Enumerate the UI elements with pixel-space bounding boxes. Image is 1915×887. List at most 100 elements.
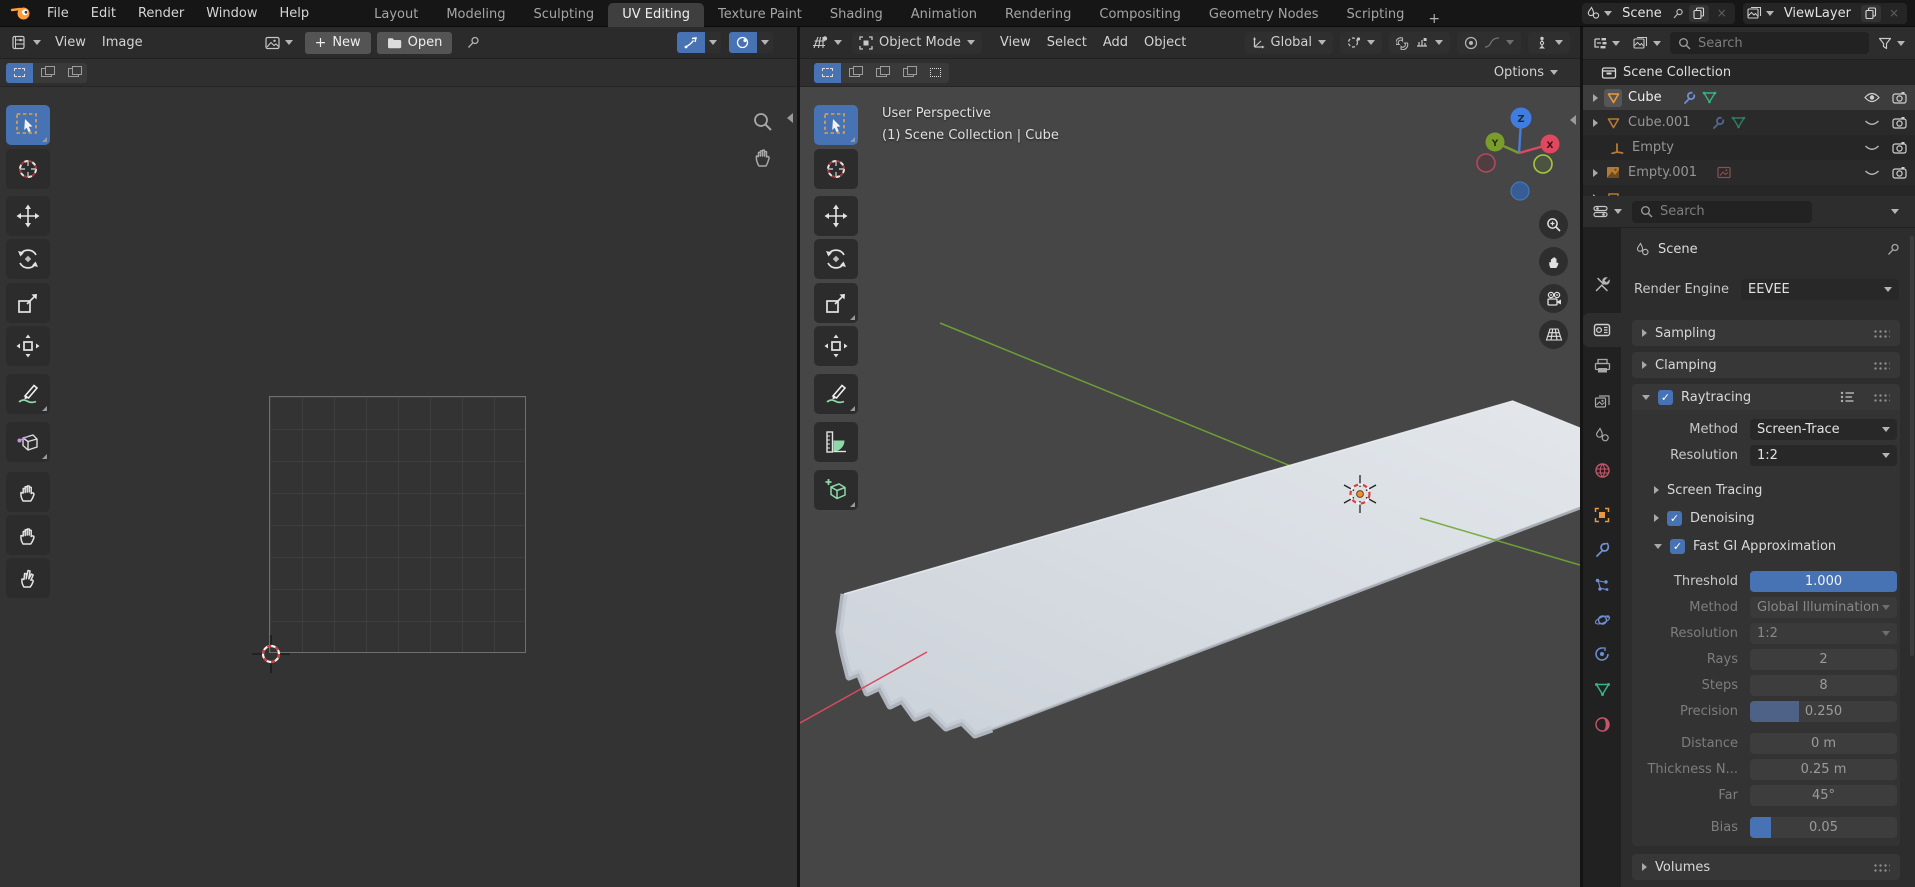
uv-tool-move[interactable] [6,196,50,236]
tab-output[interactable] [1583,349,1621,383]
vp-tool-cursor[interactable] [814,149,858,189]
vp-tool-rotate[interactable] [814,239,858,279]
tab-view-layer[interactable] [1583,384,1621,418]
outliner-filter-button[interactable] [1874,35,1909,52]
select-mode-subtract[interactable] [868,63,895,83]
new-view-layer-button[interactable] [1861,5,1881,22]
vp-tool-select-box[interactable] [814,105,858,145]
editor-divider-vertical[interactable] [797,27,800,887]
outliner-row-empty-001[interactable]: Empty.001 [1583,160,1915,185]
vp-tool-measure[interactable] [814,422,858,462]
vp-menu-object[interactable]: Object [1136,31,1194,54]
uv-tool-rotate[interactable] [6,239,50,279]
outliner-row-empty[interactable]: Empty [1583,135,1915,160]
distance-field[interactable]: 0 m [1750,733,1897,754]
uv-pan-icon[interactable] [752,147,774,169]
expand-icon[interactable] [1593,119,1598,127]
modifier-wrench-icon[interactable] [1682,91,1696,105]
fast-gi-checkbox[interactable]: ✓ [1670,539,1685,554]
tab-scene[interactable] [1583,418,1621,452]
outliner-row-cube-001[interactable]: Cube.001 [1583,110,1915,135]
uv-tool-pinch[interactable] [6,558,50,598]
hide-eye-closed-icon[interactable] [1864,142,1880,153]
uv-editor-type-button[interactable] [6,32,47,53]
vp-tool-annotate[interactable] [814,374,858,414]
new-scene-button[interactable] [1689,5,1709,22]
viewport-editor-type-button[interactable] [806,32,848,53]
menu-edit[interactable]: Edit [80,0,127,27]
menu-window[interactable]: Window [195,0,268,27]
properties-scrollbar[interactable] [1910,236,1914,656]
image-data-icon[interactable] [1717,166,1731,179]
uv-select-mode-edge[interactable] [33,63,60,83]
gizmo-minus-x[interactable] [1477,154,1495,172]
gizmo-minus-z[interactable] [1511,182,1529,200]
bias-slider[interactable]: 0.05 [1750,817,1897,838]
render-engine-dropdown[interactable]: EEVEE [1741,279,1899,300]
snapping-controls[interactable] [1389,32,1450,54]
scene-selector[interactable]: Scene × [1582,3,1735,24]
rays-field[interactable]: 2 [1750,649,1897,670]
uv-menu-image[interactable]: Image [94,31,151,54]
properties-editor-type-button[interactable] [1589,203,1626,220]
gi-resolution-dropdown[interactable]: 1:2 [1750,623,1897,644]
select-mode-intersect[interactable] [922,63,949,83]
drag-grip[interactable] [1873,329,1890,338]
outliner-display-mode-button[interactable] [1589,35,1624,52]
vp-menu-view[interactable]: View [992,31,1039,54]
hide-eye-closed-icon[interactable] [1864,167,1880,178]
view-layer-selector[interactable]: ViewLayer × [1743,3,1907,24]
uv-tool-annotate[interactable] [6,374,50,414]
tab-render[interactable] [1583,313,1621,347]
menu-file[interactable]: File [36,0,80,27]
rt-method-dropdown[interactable]: Screen-Trace [1750,419,1897,440]
far-field[interactable]: 45° [1750,785,1897,806]
uv-tool-scale[interactable] [6,283,50,323]
vp-tool-transform[interactable] [814,326,858,366]
disable-render-icon[interactable] [1892,116,1907,129]
open-image-button[interactable]: Open [377,32,453,54]
proportional-editing-controls[interactable] [1457,32,1521,54]
uv-tool-select-box[interactable] [6,105,50,145]
panel-raytracing[interactable]: ✓ Raytracing [1632,384,1900,410]
pin-id-icon[interactable] [1886,242,1901,257]
outliner-row-cube[interactable]: Cube [1583,85,1915,110]
outliner-search[interactable] [1670,32,1869,54]
vp-tool-scale[interactable] [814,283,858,323]
properties-options-chevron[interactable] [1891,209,1899,214]
uv-select-mode-vertex[interactable] [6,63,33,83]
uv-proportional-editing-toggle[interactable] [729,32,773,53]
menu-help[interactable]: Help [269,0,321,27]
denoising-checkbox[interactable]: ✓ [1667,511,1682,526]
visibility-filter-controls[interactable] [1528,32,1570,54]
zoom-button[interactable] [1539,210,1568,239]
tab-animation[interactable]: Animation [897,3,991,27]
vp-tool-move[interactable] [814,196,858,236]
gizmo-z-axis[interactable]: Z [1511,108,1532,129]
uv-tool-transform[interactable] [6,326,50,366]
remove-view-layer-button[interactable]: × [1885,6,1903,20]
vp-tool-add-cube[interactable] [814,470,858,510]
subpanel-screen-tracing[interactable]: Screen Tracing [1632,478,1900,502]
camera-view-button[interactable] [1539,284,1568,313]
tab-particles[interactable] [1583,568,1621,602]
transform-orientation-selector[interactable]: Global [1245,32,1333,54]
tab-constraints[interactable] [1583,637,1621,671]
raytracing-checkbox[interactable]: ✓ [1658,390,1673,405]
tab-object-data[interactable] [1583,672,1621,706]
properties-search-input[interactable] [1660,204,1804,219]
panel-clamping[interactable]: Clamping [1632,352,1900,378]
uv-tool-cursor[interactable] [6,149,50,189]
plank-object[interactable] [839,401,1580,735]
threshold-slider[interactable]: 1.000 [1750,571,1897,592]
select-mode-difference[interactable] [895,63,922,83]
uv-snapping-toggle[interactable] [677,32,721,53]
uv-tool-relax[interactable] [6,515,50,555]
mode-selector[interactable]: Object Mode [852,32,982,54]
panel-volumes[interactable]: Volumes [1632,854,1900,880]
drag-grip[interactable] [1873,361,1890,370]
mesh-data-icon[interactable] [1731,116,1746,129]
transform-pivot-selector[interactable] [1340,32,1382,54]
rt-resolution-dropdown[interactable]: 1:2 [1750,445,1897,466]
navigation-gizmo[interactable]: Z Y X [1470,105,1578,205]
